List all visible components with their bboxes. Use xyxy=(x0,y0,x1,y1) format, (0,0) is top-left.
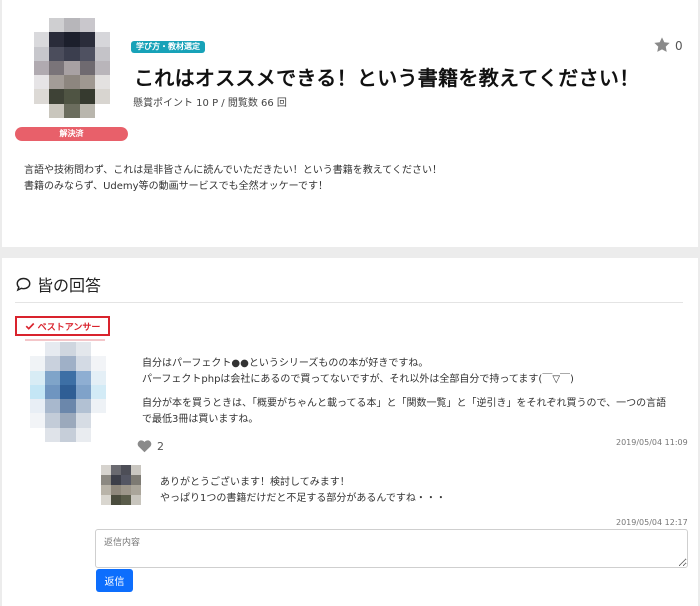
heart-icon xyxy=(137,440,152,453)
best-answer-underline xyxy=(25,339,105,341)
question-title: これはオススメできる！という書籍を教えてください！ xyxy=(134,66,640,90)
check-icon xyxy=(25,322,34,330)
like-count: 2 xyxy=(157,439,164,453)
reply-textarea[interactable] xyxy=(95,529,688,568)
question-body: 言語や技術問わず、これは是非皆さんに読んでいただきたい！という書籍を教えてくださ… xyxy=(24,163,442,195)
reply-body: ありがとうございます！検討してみます！ やっぱり1つの書籍だけだと不足する部分が… xyxy=(160,475,446,507)
answers-section-title: 皆の回答 xyxy=(37,276,102,295)
category-tag[interactable]: 学び方・教材選定 xyxy=(131,41,205,53)
answers-section-heading: 皆の回答 xyxy=(15,272,101,296)
reply-line: ありがとうございます！検討してみます！ xyxy=(160,477,350,488)
answer-timestamp: 2019/05/04 11:09 xyxy=(616,438,688,447)
best-answer-label: ベストアンサー xyxy=(37,322,101,333)
questioner-avatar xyxy=(34,18,110,118)
reply-line: やっぱり1つの書籍だけだと不足する部分があるんですね・・・ xyxy=(160,493,446,504)
answerer-avatar xyxy=(30,342,106,442)
reply-avatar xyxy=(101,465,141,505)
like-button[interactable]: 2 xyxy=(137,439,164,453)
solved-badge: 解決済 xyxy=(15,127,128,141)
reply-submit-button[interactable]: 返信 xyxy=(96,569,133,592)
question-meta: 懸賞ポイント 10 P / 閲覧数 66 回 xyxy=(133,98,287,109)
speech-bubble-icon xyxy=(16,277,31,291)
star-count: 0 xyxy=(675,39,683,53)
section-divider xyxy=(15,302,683,303)
answer-line: パーフェクトphpは会社にあるので買ってないですが、それ以外は全部自分で持ってま… xyxy=(142,374,574,385)
answer-body: 自分はパーフェクト●●というシリーズものの本が好きですね。 パーフェクトphpは… xyxy=(142,356,666,428)
question-body-line: 書籍のみならず、Udemy等の動画サービスでも全然オッケーです！ xyxy=(24,181,328,192)
best-answer-badge: ベストアンサー xyxy=(15,316,110,336)
answer-line: 自分はパーフェクト●●というシリーズものの本が好きですね。 xyxy=(142,358,429,369)
star-icon[interactable] xyxy=(653,36,671,54)
answer-line: で最低3冊は買いますね。 xyxy=(142,414,259,425)
question-body-line: 言語や技術問わず、これは是非皆さんに読んでいただきたい！という書籍を教えてくださ… xyxy=(24,165,442,176)
answer-line: 自分が本を買うときは、「概要がちゃんと載ってる本」と「関数一覧」と「逆引き」をそ… xyxy=(142,398,667,409)
reply-timestamp: 2019/05/04 12:17 xyxy=(616,518,688,527)
